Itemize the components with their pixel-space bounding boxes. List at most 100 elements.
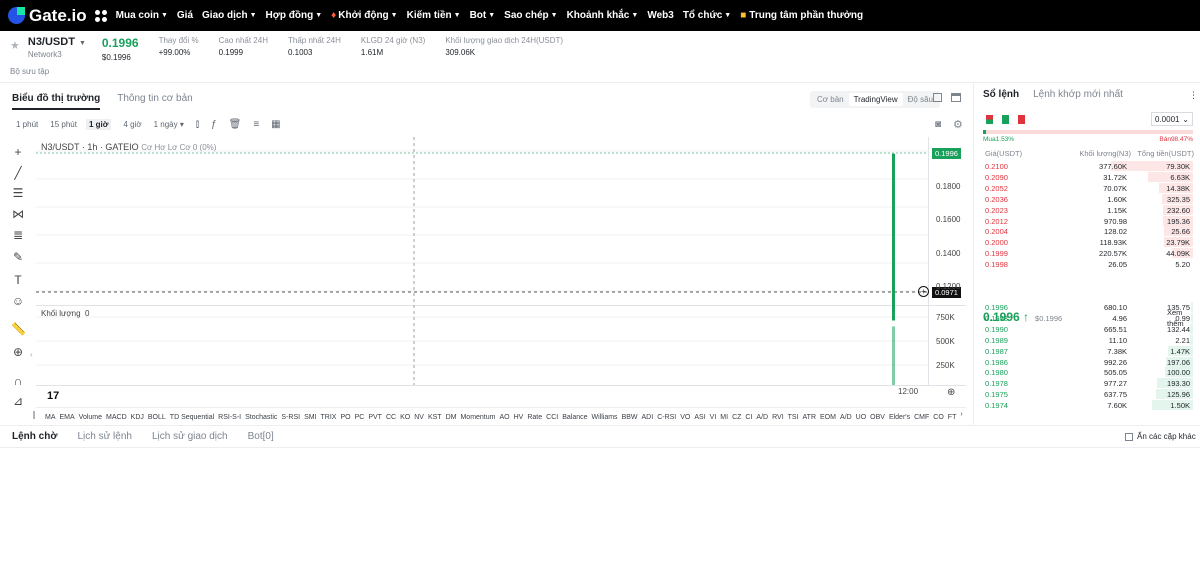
nav-buy-crypto[interactable]: Mua coin ▼ [116,10,168,21]
ask-row[interactable]: 0.1998 26.05 5.20 [983,259,1193,270]
indicator-item[interactable]: Elder's [889,414,910,421]
indicator-item[interactable]: TRIX [321,414,337,421]
trash-icon[interactable]: 🗑 [229,119,242,130]
interval-15m[interactable]: 15 phút [50,120,77,129]
fullscreen-icon[interactable] [933,93,942,102]
interval-1h[interactable]: 1 giờ [85,119,112,130]
indicator-item[interactable]: EMA [60,414,75,421]
nav-earn[interactable]: Kiếm tiền ▼ [407,10,461,21]
precision-select[interactable]: 0.0001 ⌄ [1151,112,1193,126]
indicator-item[interactable]: FT [948,414,957,421]
brush-icon[interactable]: ✎ [11,250,25,264]
interval-1m[interactable]: 1 phút [16,120,38,129]
indicator-item[interactable]: VO [680,414,690,421]
ask-row[interactable]: 0.2036 1.60K 325.35 [983,193,1193,205]
tab-order-history[interactable]: Lịch sử lệnh [77,431,132,442]
interval-4h[interactable]: 4 giờ [123,120,141,129]
indicator-item[interactable]: MI [720,414,728,421]
bid-row[interactable]: 0.1996 680.10 135.75 [983,302,1193,313]
nav-moments[interactable]: Khoảnh khắc ▼ [567,10,639,21]
nav-price[interactable]: Giá [177,10,193,21]
nav-launch[interactable]: ♦ Khởi động ▼ [331,10,397,21]
ask-row[interactable]: 0.1999 220.57K 44.09K [983,248,1193,259]
text-tool-icon[interactable]: T [11,273,25,287]
indicator-item[interactable]: OBV [870,414,885,421]
emoji-icon[interactable]: ☺ [11,294,25,308]
bid-row[interactable]: 0.1987 7.38K 1.47K [983,345,1193,357]
bid-row[interactable]: 0.1989 11.10 2.21 [983,334,1193,346]
indicator-item[interactable]: BOLL [148,414,166,421]
lock-drawing-icon[interactable]: ⊿ [11,394,25,408]
indicator-item[interactable]: UO [856,414,867,421]
indicator-item[interactable]: CCI [546,414,558,421]
nav-bot[interactable]: Bot ▼ [470,10,496,21]
ask-row[interactable]: 0.2023 1.15K 232.60 [983,204,1193,216]
indicator-item[interactable]: Stochastic [245,414,277,421]
indicator-item[interactable]: Momentum [460,414,495,421]
indicator-item[interactable]: MA [45,414,56,421]
indicator-item[interactable]: TSI [788,414,799,421]
ask-row[interactable]: 0.2000 118.93K 23.79K [983,237,1193,248]
ask-row[interactable]: 0.2004 128.02 25.66 [983,226,1193,237]
indicator-checkbox[interactable] [33,410,35,419]
view-basic[interactable]: Cơ bản [812,93,849,106]
indicator-item[interactable]: SMI [304,414,316,421]
indicator-item[interactable]: TD Sequential [170,414,214,421]
indicator-item[interactable]: NV [414,414,424,421]
tab-bot[interactable]: Bot[0] [248,431,274,442]
favorites-link[interactable]: Bộ sưu tập [10,67,49,76]
indicator-item[interactable]: ASI [694,414,705,421]
indicator-item[interactable]: RSI-S-I [218,414,241,421]
nav-web3[interactable]: Web3 [647,10,674,21]
favorite-star-icon[interactable]: ★ [10,39,20,52]
hide-pairs-checkbox[interactable] [1125,432,1133,441]
indicator-item[interactable]: AO [499,414,509,421]
indicator-item[interactable]: PO [340,414,350,421]
nav-rewards[interactable]: ■ Trung tâm phần thưởng [740,10,863,21]
tab-latest-trades[interactable]: Lệnh khớp mới nhất [1033,89,1123,100]
indicator-item[interactable]: Volume [79,414,102,421]
indicator-item[interactable]: A/D [840,414,852,421]
add-crosshair-icon[interactable]: + [918,286,929,297]
zoom-in-icon[interactable]: ⊕ [11,345,25,359]
hide-other-pairs[interactable]: Ẩn các cặp khác [1125,432,1196,441]
apps-grid-icon[interactable] [94,9,107,22]
layout-grid-icon[interactable]: ▦ [271,119,280,130]
indicator-item[interactable]: S-RSI [281,414,300,421]
ask-row[interactable]: 0.2090 31.72K 6.63K [983,171,1193,183]
gateio-logo[interactable]: Gate.io [8,6,87,26]
indicator-item[interactable]: A/D [756,414,768,421]
trend-line-icon[interactable]: ╱ [11,166,25,180]
more-options-icon[interactable]: ⋮ [1189,90,1198,101]
bid-row[interactable]: 0.1975 637.75 125.96 [983,389,1193,400]
pair-selector[interactable]: N3/USDT ▼ Network3 [28,36,86,59]
indicator-item[interactable]: CZ [732,414,741,421]
view-tradingview[interactable]: TradingView [848,93,903,106]
fib-icon[interactable]: ≣ [11,228,25,242]
crosshair-icon[interactable]: + [11,145,25,159]
pattern-icon[interactable]: ⋈ [11,207,25,221]
indicator-item[interactable]: ADI [642,414,654,421]
nav-institutional[interactable]: Tổ chức ▼ [683,10,731,21]
indicator-item[interactable]: RVI [772,414,784,421]
tab-basic-info[interactable]: Thông tin cơ bản [117,93,193,110]
gear-icon[interactable]: ⚙ [953,118,963,131]
chart-canvas[interactable] [36,137,966,410]
camera-icon[interactable]: ◙ [935,119,941,130]
indicator-more-icon[interactable]: › [960,411,962,418]
bid-row[interactable]: 0.1986 992.26 197.06 [983,356,1193,368]
ask-row[interactable]: 0.2052 70.07K 14.38K [983,182,1193,194]
indicator-item[interactable]: KST [428,414,442,421]
indicator-item[interactable]: BBW [622,414,638,421]
ruler-icon[interactable]: 📏 [11,322,26,336]
indicator-item[interactable]: ATR [803,414,816,421]
indicator-item[interactable]: Rate [527,414,542,421]
candle-type-icon[interactable]: ⫾ [196,119,199,130]
tab-trade-history[interactable]: Lịch sử giao dịch [152,431,228,442]
ask-row[interactable]: 0.2100 377.60K 79.30K [983,161,1193,172]
bid-row[interactable]: 0.1978 977.27 193.30 [983,378,1193,389]
indicator-item[interactable]: DM [446,414,457,421]
bid-row[interactable]: 0.1974 7.60K 1.50K [983,400,1193,411]
indicator-item[interactable]: HV [514,414,524,421]
ask-row[interactable]: 0.2012 970.98 195.36 [983,215,1193,227]
